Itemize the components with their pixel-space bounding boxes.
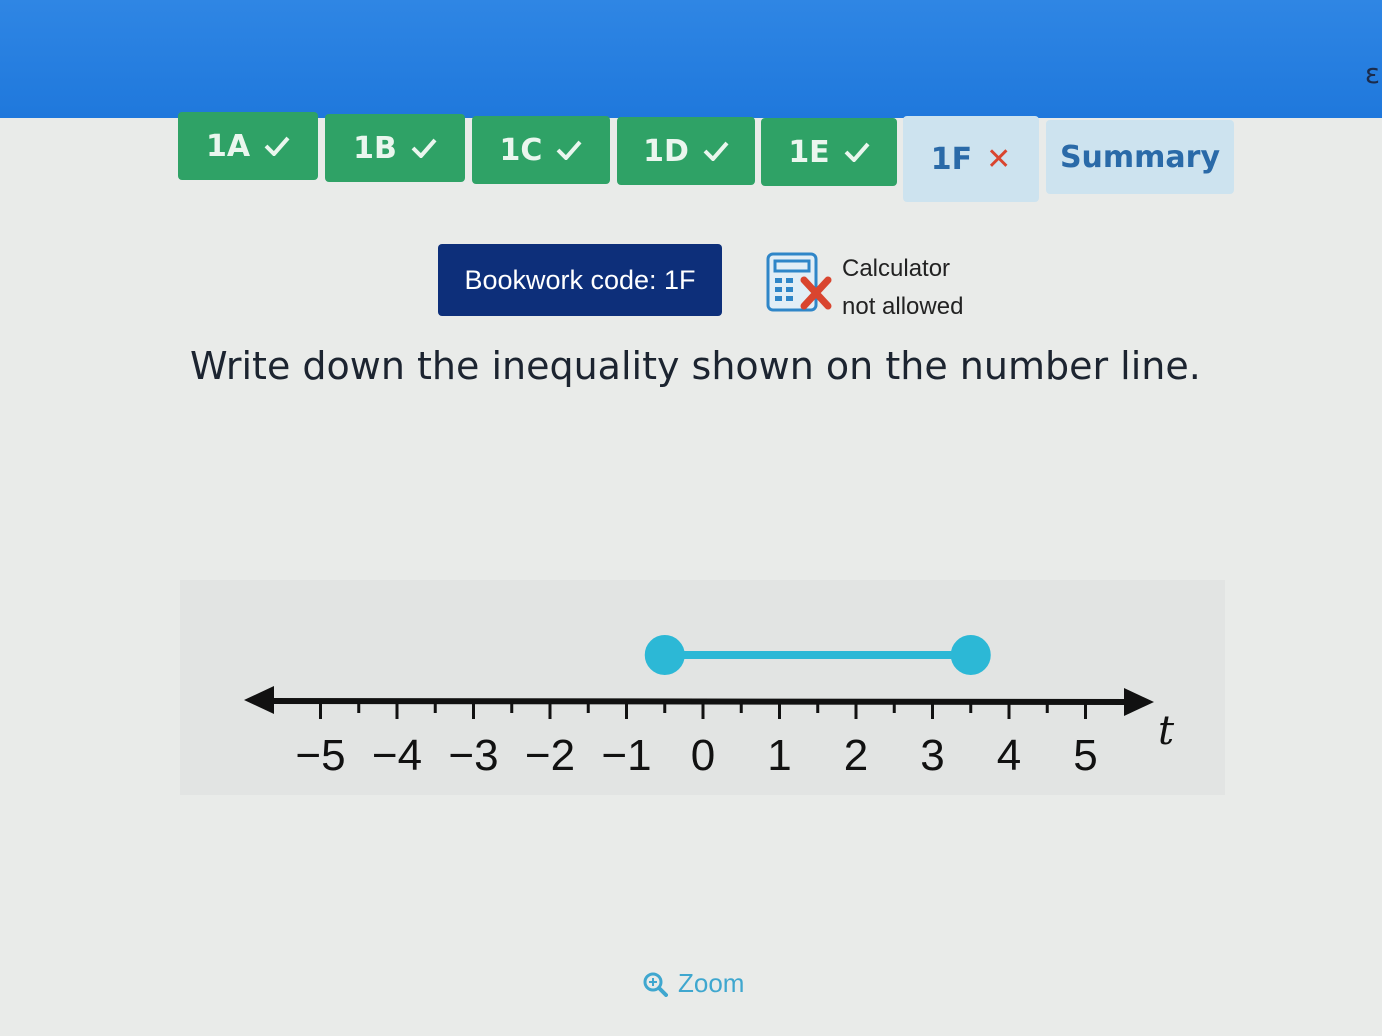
tick-label: −5 [295, 731, 345, 780]
tick-label: −1 [601, 731, 651, 780]
tick-label: 5 [1073, 731, 1097, 780]
zoom-button[interactable]: Zoom [642, 968, 744, 999]
tick-label: −3 [448, 731, 498, 780]
tick-label: 0 [691, 731, 715, 780]
tick-label: −4 [372, 731, 422, 780]
tick-label: 4 [997, 731, 1021, 780]
zoom-icon [643, 972, 668, 997]
interval-end-point [950, 635, 991, 675]
zoom-label: Zoom [678, 968, 745, 998]
tick-label: −2 [525, 731, 575, 780]
tick-label: 2 [844, 731, 868, 780]
axis-variable-label: t [1158, 708, 1175, 754]
tick-label: 1 [767, 731, 791, 780]
interval-start-point [644, 635, 685, 675]
tick-label: 3 [920, 731, 944, 780]
number-line-diagram: t −5 −4 −3 −2 −1 0 1 2 3 4 5 [244, 635, 1175, 780]
